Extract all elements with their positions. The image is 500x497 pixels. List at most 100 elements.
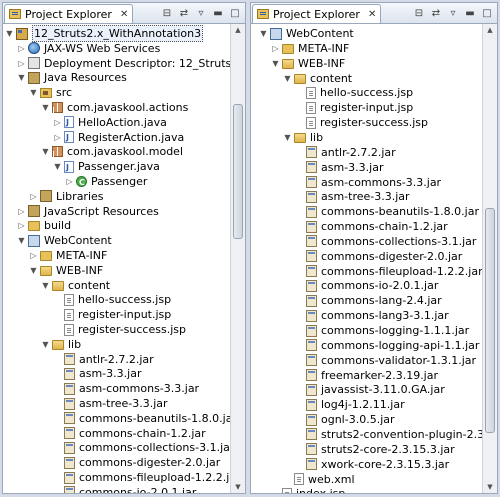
scroll-down-arrow[interactable]: ▼: [231, 481, 245, 493]
tree-item[interactable]: commons-logging-api-1.1.jar: [295, 338, 479, 353]
link-with-editor-icon[interactable]: ⇄: [177, 6, 191, 20]
tab-project-explorer[interactable]: Project Explorer ✕: [4, 4, 134, 23]
vertical-scrollbar[interactable]: ▲ ▼: [230, 24, 245, 493]
scrollbar-thumb[interactable]: [485, 208, 495, 433]
collapse-arrow-icon[interactable]: ▼: [41, 337, 50, 352]
tree-item[interactable]: ▷ HelloAction.java: [53, 115, 166, 130]
collapse-arrow-icon[interactable]: ▼: [271, 56, 280, 71]
collapse-arrow-icon[interactable]: ▼: [259, 26, 268, 41]
tree-item[interactable]: log4j-1.2.11.jar: [295, 397, 405, 412]
collapse-arrow-icon[interactable]: ▼: [41, 100, 50, 115]
tree-item[interactable]: ognl-3.0.5.jar: [295, 412, 395, 427]
tree-item[interactable]: asm-commons-3.3.jar: [295, 175, 441, 190]
vertical-scrollbar[interactable]: ▲ ▼: [482, 24, 497, 493]
collapse-arrow-icon[interactable]: ▼: [17, 70, 26, 85]
collapse-all-icon[interactable]: ⊟: [160, 6, 174, 20]
tree-item[interactable]: commons-logging-1.1.1.jar: [295, 323, 469, 338]
tree-item[interactable]: commons-lang-2.4.jar: [295, 293, 442, 308]
expand-arrow-icon[interactable]: ▷: [17, 56, 26, 71]
tree-item[interactable]: commons-collections-3.1.jar: [53, 440, 234, 455]
minimize-icon[interactable]: ▬: [211, 6, 225, 20]
scroll-up-arrow[interactable]: ▲: [231, 24, 245, 36]
link-with-editor-icon[interactable]: ⇄: [429, 6, 443, 20]
tree-item[interactable]: ▼ com.javaskool.model: [41, 144, 183, 159]
collapse-arrow-icon[interactable]: ▼: [283, 130, 292, 145]
tree-item[interactable]: ▼ WebContent: [259, 26, 353, 41]
scroll-up-arrow[interactable]: ▲: [483, 24, 497, 36]
tree-item[interactable]: ▷ RegisterAction.java: [53, 130, 184, 145]
expand-arrow-icon[interactable]: ▷: [53, 130, 62, 145]
collapse-arrow-icon[interactable]: ▼: [283, 71, 292, 86]
tree-item[interactable]: commons-chain-1.2.jar: [53, 426, 206, 441]
tree-item[interactable]: struts2-convention-plugin-2.3.: [295, 427, 488, 442]
collapse-arrow-icon[interactable]: ▼: [41, 144, 50, 159]
expand-arrow-icon[interactable]: ▷: [17, 41, 26, 56]
tree-item[interactable]: commons-validator-1.3.1.jar: [295, 353, 476, 368]
tree-item[interactable]: hello-success.jsp: [295, 85, 413, 100]
tree-item[interactable]: asm-tree-3.3.jar: [295, 189, 410, 204]
scrollbar-thumb[interactable]: [233, 104, 243, 239]
collapse-arrow-icon[interactable]: ▼: [29, 263, 38, 278]
tree-item[interactable]: ▼ lib: [41, 337, 81, 352]
collapse-arrow-icon[interactable]: ▼: [29, 85, 38, 100]
tree-item[interactable]: ▷ JAX-WS Web Services: [17, 41, 160, 56]
tree-item[interactable]: ▷ META-INF: [271, 41, 349, 56]
tree-item[interactable]: commons-chain-1.2.jar: [295, 219, 448, 234]
tree-item[interactable]: ▼ content: [41, 278, 110, 293]
expand-arrow-icon[interactable]: ▷: [17, 204, 26, 219]
tree-item[interactable]: asm-3.3.jar: [53, 366, 141, 381]
view-menu-icon[interactable]: ▿: [194, 6, 208, 20]
minimize-icon[interactable]: ▬: [463, 6, 477, 20]
tree-item[interactable]: register-success.jsp: [295, 115, 428, 130]
tree-item[interactable]: register-input.jsp: [53, 307, 171, 322]
tree-item[interactable]: freemarker-2.3.19.jar: [295, 368, 438, 383]
expand-arrow-icon[interactable]: ▷: [271, 41, 280, 56]
close-icon[interactable]: ✕: [368, 9, 376, 20]
tree-item[interactable]: commons-digester-2.0.jar: [295, 249, 462, 264]
tree-item[interactable]: asm-commons-3.3.jar: [53, 381, 199, 396]
tree-item[interactable]: commons-beanutils-1.8.0.jar: [53, 411, 237, 426]
tree-item[interactable]: register-input.jsp: [295, 100, 413, 115]
tree-item[interactable]: ▼ lib: [283, 130, 323, 145]
expand-arrow-icon[interactable]: ▷: [29, 189, 38, 204]
tree-item[interactable]: ▷ META-INF: [29, 248, 107, 263]
collapse-arrow-icon[interactable]: ▼: [5, 26, 14, 41]
tree-item[interactable]: register-success.jsp: [53, 322, 186, 337]
tree-item[interactable]: ▷ Passenger: [65, 174, 147, 190]
tree-item[interactable]: ▼ WEB-INF: [271, 56, 345, 71]
tree-item[interactable]: ▼ src: [29, 85, 72, 100]
maximize-icon[interactable]: □: [480, 6, 494, 20]
maximize-icon[interactable]: □: [228, 6, 242, 20]
tree-item[interactable]: commons-digester-2.0.jar: [53, 455, 220, 470]
tree-item[interactable]: struts2-core-2.3.15.3.jar: [295, 442, 455, 457]
close-icon[interactable]: ✕: [120, 9, 128, 20]
tree-item[interactable]: asm-3.3.jar: [295, 160, 383, 175]
collapse-all-icon[interactable]: ⊟: [412, 6, 426, 20]
tree-item[interactable]: ▼ content: [283, 71, 352, 86]
collapse-arrow-icon[interactable]: ▼: [41, 278, 50, 293]
collapse-arrow-icon[interactable]: ▼: [53, 159, 62, 174]
tree-item[interactable]: ▷ build: [17, 218, 71, 233]
tree-item[interactable]: commons-collections-3.1.jar: [295, 234, 476, 249]
expand-arrow-icon[interactable]: ▷: [53, 115, 62, 130]
tree-item[interactable]: commons-beanutils-1.8.0.jar: [295, 204, 479, 219]
tree-item[interactable]: commons-io-2.0.1.jar: [53, 485, 196, 493]
tree-item[interactable]: antlr-2.7.2.jar: [53, 352, 154, 367]
tree-item[interactable]: ▼ Passenger.java: [53, 159, 159, 175]
expand-arrow-icon[interactable]: ▷: [65, 174, 74, 189]
scroll-down-arrow[interactable]: ▼: [483, 481, 497, 493]
tree-item[interactable]: web.xml: [283, 472, 355, 487]
tree-item[interactable]: asm-tree-3.3.jar: [53, 396, 168, 411]
tree-item[interactable]: ▼ Java Resources: [17, 70, 127, 85]
tree-item[interactable]: ▷ Deployment Descriptor: 12_Struts2.x_Wit…: [17, 56, 245, 71]
tree-item[interactable]: antlr-2.7.2.jar: [295, 145, 396, 160]
tree-item[interactable]: javassist-3.11.0.GA.jar: [295, 382, 445, 397]
tree-item[interactable]: xwork-core-2.3.15.3.jar: [295, 457, 449, 472]
tree-item[interactable]: ▼ com.javaskool.actions: [41, 100, 188, 115]
tree-item[interactable]: commons-io-2.0.1.jar: [295, 278, 438, 293]
expand-arrow-icon[interactable]: ▷: [29, 248, 38, 263]
tree-item[interactable]: commons-fileupload-1.2.2.jar: [295, 264, 483, 279]
tree-item[interactable]: ▼ WEB-INF: [29, 263, 103, 278]
tree-item[interactable]: commons-fileupload-1.2.2.jar: [53, 470, 241, 485]
tree-item[interactable]: ▼ 12_Struts2.x_WithAnnotation3: [5, 25, 204, 42]
